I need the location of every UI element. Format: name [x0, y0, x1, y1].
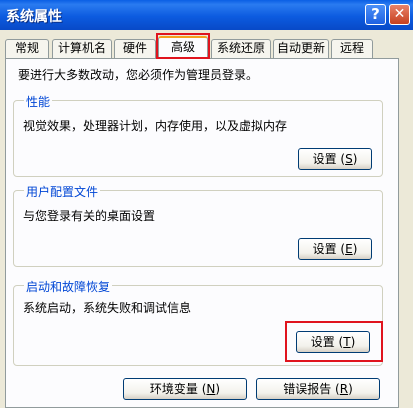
button-label: 设置 — [312, 152, 337, 166]
performance-description: 视觉效果，处理器计划，内存使用，以及虚拟内存 — [23, 119, 288, 133]
help-icon: ? — [371, 5, 380, 23]
performance-settings-button[interactable]: 设置 (S) — [298, 148, 372, 170]
window-edge — [400, 30, 413, 408]
accelerator-key: N — [206, 382, 216, 396]
environment-variables-button[interactable]: 环境变量 (N) — [123, 378, 247, 400]
tab-remote[interactable]: 远程 — [331, 39, 373, 58]
close-button[interactable]: ✕ — [389, 4, 410, 25]
accelerator-key: T — [343, 335, 351, 349]
group-startup-recovery — [13, 285, 383, 366]
title-bar[interactable]: 系统属性 ? ✕ — [0, 0, 413, 30]
user-profiles-settings-button[interactable]: 设置 (E) — [298, 238, 372, 260]
button-label: 设置 — [310, 335, 335, 349]
group-label-user-profiles: 用户配置文件 — [24, 183, 101, 200]
accelerator-key: R — [339, 382, 349, 396]
tab-general[interactable]: 常规 — [5, 39, 49, 58]
accelerator-key: S — [345, 152, 353, 166]
tab-advanced[interactable]: 高级 — [158, 36, 208, 59]
group-label-startup-recovery: 启动和故障恢复 — [24, 278, 113, 295]
button-label: 设置 — [312, 242, 337, 256]
tab-strip: 常规 计算机名 硬件 高级 系统还原 自动更新 远程 — [0, 36, 413, 59]
accelerator-key: E — [345, 242, 353, 256]
close-icon: ✕ — [393, 6, 406, 22]
tab-computer-name[interactable]: 计算机名 — [52, 39, 112, 58]
user-profiles-description: 与您登录有关的桌面设置 — [23, 209, 156, 223]
tab-automatic-updates[interactable]: 自动更新 — [273, 39, 329, 58]
startup-recovery-settings-button[interactable]: 设置 (T) — [296, 331, 370, 353]
admin-notice: 要进行大多数改动，您必须作为管理员登录。 — [18, 68, 259, 82]
startup-recovery-description: 系统启动，系统失败和调试信息 — [23, 301, 192, 315]
tab-hardware[interactable]: 硬件 — [114, 39, 156, 58]
tab-system-restore[interactable]: 系统还原 — [211, 39, 271, 58]
window-title: 系统属性 — [6, 9, 62, 25]
button-label: 环境变量 — [149, 382, 198, 396]
help-button[interactable]: ? — [365, 4, 386, 25]
group-label-performance: 性能 — [24, 93, 53, 110]
button-label: 错误报告 — [283, 382, 332, 396]
error-reporting-button[interactable]: 错误报告 (R) — [256, 378, 380, 400]
